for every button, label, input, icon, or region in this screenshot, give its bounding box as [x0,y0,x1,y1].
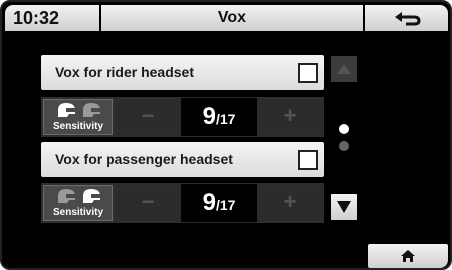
triangle-down-icon [337,201,351,213]
passenger-sensitivity-number: 9 [202,189,216,216]
page-dot-inactive [339,141,349,151]
page-dot-active [339,124,349,134]
vox-rider-checkbox[interactable] [298,63,318,83]
passenger-sensitivity-increase-button[interactable]: + [257,185,323,221]
back-arrow-icon [394,12,421,26]
scroll-down-button[interactable] [331,194,357,220]
vox-rider-label: Vox for rider headset [55,64,195,80]
rider-sensitivity-row: Sensitivity − 9/17 + [41,97,324,137]
page-title: Vox [101,5,363,31]
back-button[interactable] [365,5,448,31]
passenger-sensitivity-decrease-button[interactable]: − [115,185,181,221]
vox-rider-row[interactable]: Vox for rider headset [41,55,324,90]
vox-screen: 10:32 Vox Vox for rider headset Sensitiv… [0,0,452,270]
vox-passenger-label: Vox for passenger headset [55,151,233,167]
rider-sensitivity-label-box: Sensitivity [43,99,113,135]
triangle-up-icon [337,64,351,74]
vox-passenger-checkbox[interactable] [298,150,318,170]
passenger-sensitivity-max: /17 [215,197,236,213]
helmet-icon [58,189,100,203]
passenger-sensitivity-value: 9/17 [181,184,257,222]
home-icon [401,250,415,262]
helmet-icon [58,103,100,117]
rider-sensitivity-max: /17 [215,111,236,127]
clock: 10:32 [5,5,99,31]
sensitivity-label: Sensitivity [52,121,104,132]
passenger-sensitivity-label-box: Sensitivity [43,185,113,221]
vox-passenger-row[interactable]: Vox for passenger headset [41,142,324,177]
rider-sensitivity-number: 9 [202,103,216,130]
rider-sensitivity-increase-button[interactable]: + [257,99,323,135]
scroll-up-button[interactable] [331,56,357,82]
rider-sensitivity-decrease-button[interactable]: − [115,99,181,135]
sensitivity-label: Sensitivity [52,207,104,218]
rider-sensitivity-value: 9/17 [181,98,257,136]
home-button[interactable] [368,244,448,268]
passenger-sensitivity-row: Sensitivity − 9/17 + [41,183,324,223]
